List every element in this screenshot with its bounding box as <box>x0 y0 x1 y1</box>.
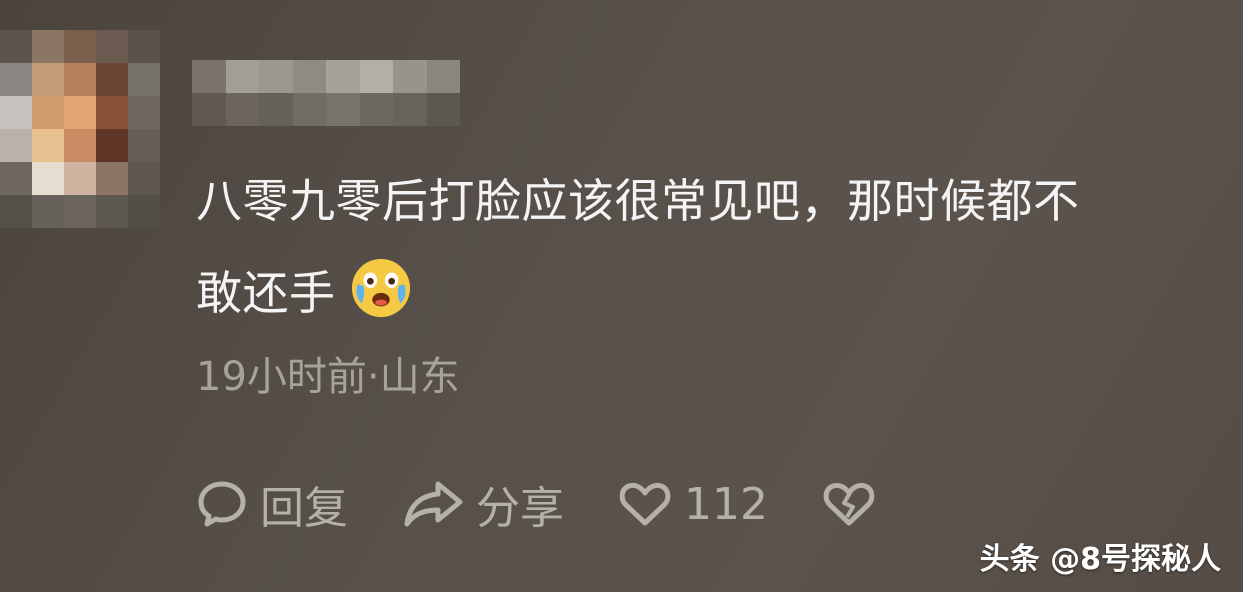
share-arrow-icon <box>404 481 463 527</box>
comment-meta: 19小时前·山东 <box>196 354 460 400</box>
reply-bubble-icon <box>198 481 246 527</box>
like-button[interactable]: 112 <box>618 479 768 530</box>
avatar[interactable] <box>0 30 160 230</box>
action-bar: 回复 分享 112 <box>196 474 930 534</box>
reply-label: 回复 <box>260 483 348 534</box>
share-button[interactable]: 分享 <box>402 472 564 536</box>
dislike-button[interactable] <box>822 479 876 529</box>
comment-body: 八零九零后打脸应该很常见吧，那时候都不 敢还手 <box>196 155 1231 339</box>
comment-text-line1: 八零九零后打脸应该很常见吧，那时候都不 <box>196 174 1080 228</box>
reply-button[interactable]: 回复 <box>196 472 348 536</box>
watermark: 头条 @8号探秘人 <box>979 542 1221 577</box>
share-label: 分享 <box>476 483 564 534</box>
username-blurred[interactable] <box>192 60 460 126</box>
comment-text-line2: 敢还手 <box>196 247 1231 339</box>
broken-heart-icon <box>823 482 875 526</box>
heart-icon <box>619 482 671 526</box>
crying-laughing-emoji-icon <box>351 258 410 318</box>
like-count: 112 <box>684 478 768 530</box>
comment-text-line2-label: 敢还手 <box>196 266 336 320</box>
